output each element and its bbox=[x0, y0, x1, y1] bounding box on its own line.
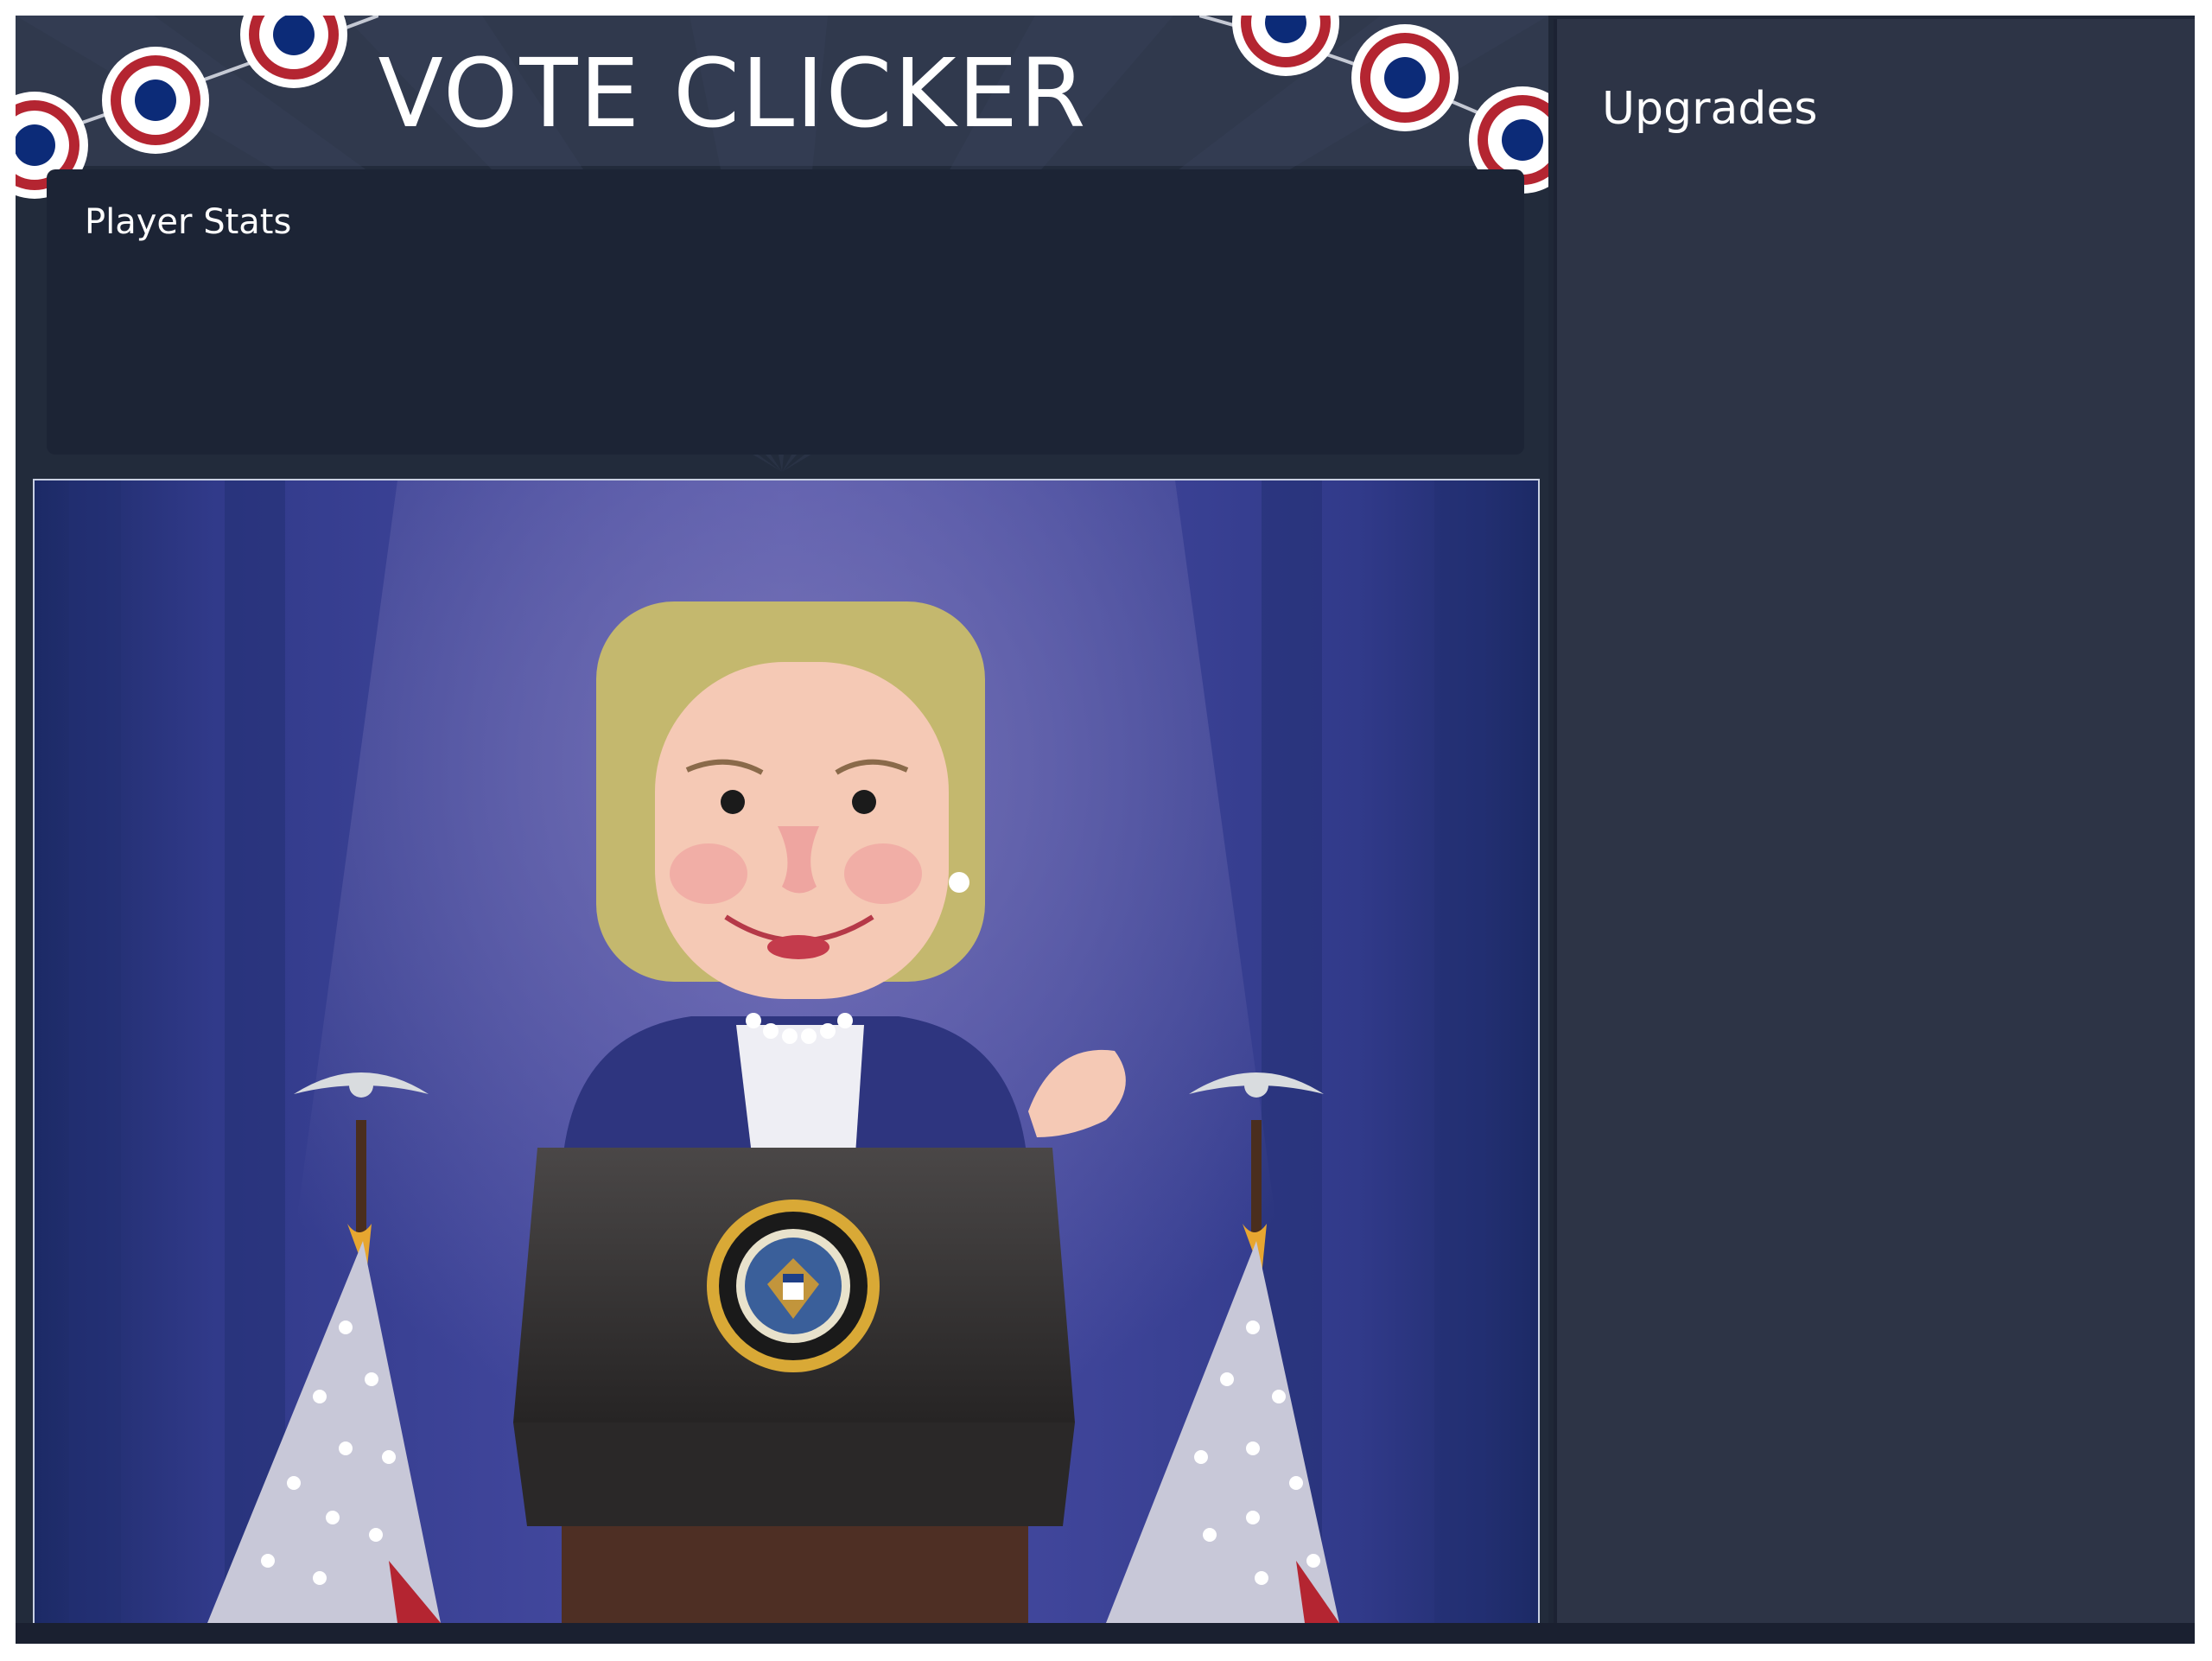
upgrades-panel: Upgrades bbox=[1554, 19, 2195, 1639]
game-container: VOTE CLICKER Player Stats Upgrades bbox=[16, 16, 2195, 1644]
main-area: VOTE CLICKER Player Stats bbox=[16, 16, 1548, 1644]
game-title: VOTE CLICKER bbox=[378, 38, 1088, 149]
upgrades-title: Upgrades bbox=[1602, 83, 1818, 135]
vote-click-target[interactable] bbox=[33, 479, 1540, 1625]
candidate-scene[interactable] bbox=[35, 480, 1538, 1623]
presidential-seal-icon bbox=[707, 1200, 880, 1372]
bottom-bar bbox=[16, 1623, 2195, 1644]
podium bbox=[513, 1148, 1075, 1623]
player-stats-panel: Player Stats bbox=[47, 169, 1524, 455]
player-stats-title: Player Stats bbox=[85, 202, 292, 242]
